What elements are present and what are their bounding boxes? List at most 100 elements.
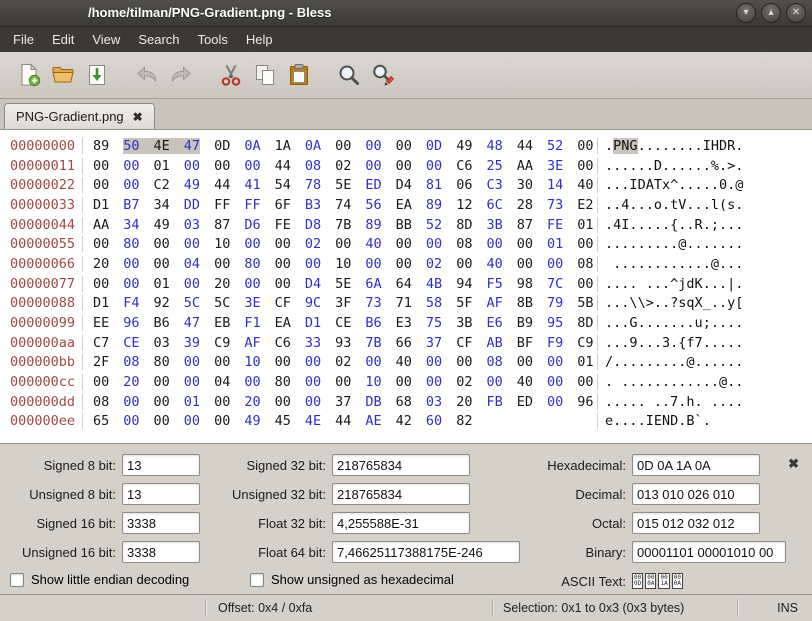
hex-byte[interactable]: 40 xyxy=(486,256,502,272)
hex-byte[interactable]: 00 xyxy=(184,374,200,390)
hex-byte[interactable]: 02 xyxy=(335,158,351,174)
hex-byte[interactable]: 20 xyxy=(456,394,472,410)
hex-byte[interactable]: 00 xyxy=(123,394,139,410)
hex-byte[interactable]: 34 xyxy=(123,217,139,233)
hex-byte[interactable]: 00 xyxy=(305,374,321,390)
hex-byte[interactable]: D6 xyxy=(244,217,260,233)
hex-byte[interactable]: 74 xyxy=(335,197,351,213)
hex-byte[interactable]: 71 xyxy=(396,295,412,311)
hex-byte[interactable]: 68 xyxy=(396,394,412,410)
hex-byte[interactable]: 81 xyxy=(426,177,442,193)
hex-byte[interactable]: 25 xyxy=(486,158,502,174)
hex-byte[interactable]: FE xyxy=(547,217,563,233)
hex-byte[interactable]: 82 xyxy=(456,413,472,429)
ascii-column[interactable]: ...9...3.{f7..... xyxy=(597,335,743,351)
hex-byte[interactable]: 52 xyxy=(426,217,442,233)
hex-byte[interactable]: 03 xyxy=(154,335,170,351)
hex-byte[interactable]: E6 xyxy=(486,315,502,331)
hex-byte[interactable]: 95 xyxy=(547,315,563,331)
hex-byte[interactable]: B7 xyxy=(123,197,139,213)
hex-bytes[interactable]: 0080000010000002004000000800000100 xyxy=(82,236,597,252)
hex-byte[interactable]: 01 xyxy=(154,158,170,174)
hex-byte[interactable]: 08 xyxy=(93,394,109,410)
hex-byte[interactable]: 00 xyxy=(335,236,351,252)
hex-byte[interactable]: 37 xyxy=(426,335,442,351)
hex-byte[interactable]: CF xyxy=(275,295,291,311)
hex-byte[interactable]: 02 xyxy=(426,256,442,272)
hex-byte[interactable]: 40 xyxy=(396,354,412,370)
hex-byte[interactable]: 00 xyxy=(184,276,200,292)
hex-byte[interactable]: 96 xyxy=(577,394,593,410)
hex-byte[interactable]: 49 xyxy=(456,138,472,154)
hex-byte[interactable]: 5E xyxy=(335,276,351,292)
hex-byte[interactable]: FE xyxy=(275,217,291,233)
hex-byte[interactable]: 7B xyxy=(335,217,351,233)
hex-byte[interactable]: 00 xyxy=(365,256,381,272)
hex-byte[interactable]: 00 xyxy=(214,413,230,429)
save-file-button[interactable] xyxy=(80,58,114,92)
hex-byte[interactable]: 45 xyxy=(275,413,291,429)
ascii-column[interactable]: .... ...^jdK...|. xyxy=(597,276,743,292)
hex-byte[interactable]: FB xyxy=(486,394,502,410)
hex-byte[interactable]: 08 xyxy=(123,354,139,370)
ascii-column[interactable]: . ............@.. xyxy=(597,374,743,390)
hex-byte[interactable]: 00 xyxy=(275,256,291,272)
hex-byte[interactable]: 73 xyxy=(365,295,381,311)
hex-byte[interactable]: 00 xyxy=(396,236,412,252)
hex-bytes[interactable]: 080000010020000037DB680320FBED0096 xyxy=(82,394,597,410)
hex-byte[interactable]: D4 xyxy=(305,276,321,292)
hex-byte[interactable]: 2F xyxy=(93,354,109,370)
hex-byte[interactable]: 00 xyxy=(154,413,170,429)
hex-byte[interactable]: 00 xyxy=(184,413,200,429)
close-button[interactable]: ✕ xyxy=(786,3,806,23)
hex-byte[interactable]: 89 xyxy=(93,138,109,154)
ascii-column[interactable]: .........@....... xyxy=(597,236,743,252)
hex-byte[interactable]: C9 xyxy=(577,335,593,351)
ascii-column[interactable]: .4I.....{..R.;... xyxy=(597,217,743,233)
open-file-button[interactable] xyxy=(46,58,80,92)
hex-byte[interactable]: 30 xyxy=(517,177,533,193)
hex-byte[interactable]: 50 xyxy=(123,138,153,154)
hex-byte[interactable]: 49 xyxy=(154,217,170,233)
hex-byte[interactable]: AA xyxy=(517,158,533,174)
hex-byte[interactable]: 41 xyxy=(244,177,260,193)
hex-byte[interactable]: 4E xyxy=(154,138,184,154)
hex-byte[interactable]: 64 xyxy=(396,276,412,292)
hex-byte[interactable]: 54 xyxy=(275,177,291,193)
hex-byte[interactable]: ED xyxy=(517,394,533,410)
hex-byte[interactable]: 00 xyxy=(123,158,139,174)
hex-byte[interactable]: 00 xyxy=(184,236,200,252)
hex-byte[interactable]: 40 xyxy=(365,236,381,252)
unsigned-hex-checkbox[interactable] xyxy=(250,573,264,587)
hex-byte[interactable]: 40 xyxy=(577,177,593,193)
signed-8bit-field[interactable] xyxy=(122,454,200,476)
redo-button[interactable] xyxy=(164,58,198,92)
hex-byte[interactable]: DB xyxy=(365,394,381,410)
hex-byte[interactable]: 00 xyxy=(426,236,442,252)
hex-byte[interactable]: 00 xyxy=(365,138,381,154)
hex-byte[interactable]: 00 xyxy=(123,177,139,193)
ascii-column[interactable]: e....IEND.B`. xyxy=(597,413,711,429)
hex-byte[interactable]: 01 xyxy=(154,276,170,292)
hex-byte[interactable]: 87 xyxy=(214,217,230,233)
hex-byte[interactable]: 00 xyxy=(93,158,109,174)
hex-byte[interactable]: 00 xyxy=(365,158,381,174)
hex-byte[interactable]: 7C xyxy=(547,276,563,292)
hex-byte[interactable]: AA xyxy=(93,217,109,233)
hex-byte[interactable]: B3 xyxy=(305,197,321,213)
hex-byte[interactable]: 0A xyxy=(305,138,321,154)
hex-byte[interactable]: 34 xyxy=(154,197,170,213)
hex-byte[interactable]: AE xyxy=(365,413,381,429)
hex-byte[interactable]: AF xyxy=(486,295,502,311)
hex-byte[interactable]: 1A xyxy=(275,138,291,154)
hex-byte[interactable]: 00 xyxy=(305,256,321,272)
hex-byte[interactable]: 49 xyxy=(184,177,200,193)
undo-button[interactable] xyxy=(130,58,164,92)
hex-byte[interactable]: 00 xyxy=(335,138,351,154)
hex-byte[interactable]: 47 xyxy=(184,138,200,154)
hex-byte[interactable]: 00 xyxy=(244,276,260,292)
hex-byte[interactable]: F9 xyxy=(547,335,563,351)
hex-byte[interactable]: 44 xyxy=(335,413,351,429)
hex-byte[interactable]: 89 xyxy=(426,197,442,213)
hex-byte[interactable]: 6F xyxy=(275,197,291,213)
